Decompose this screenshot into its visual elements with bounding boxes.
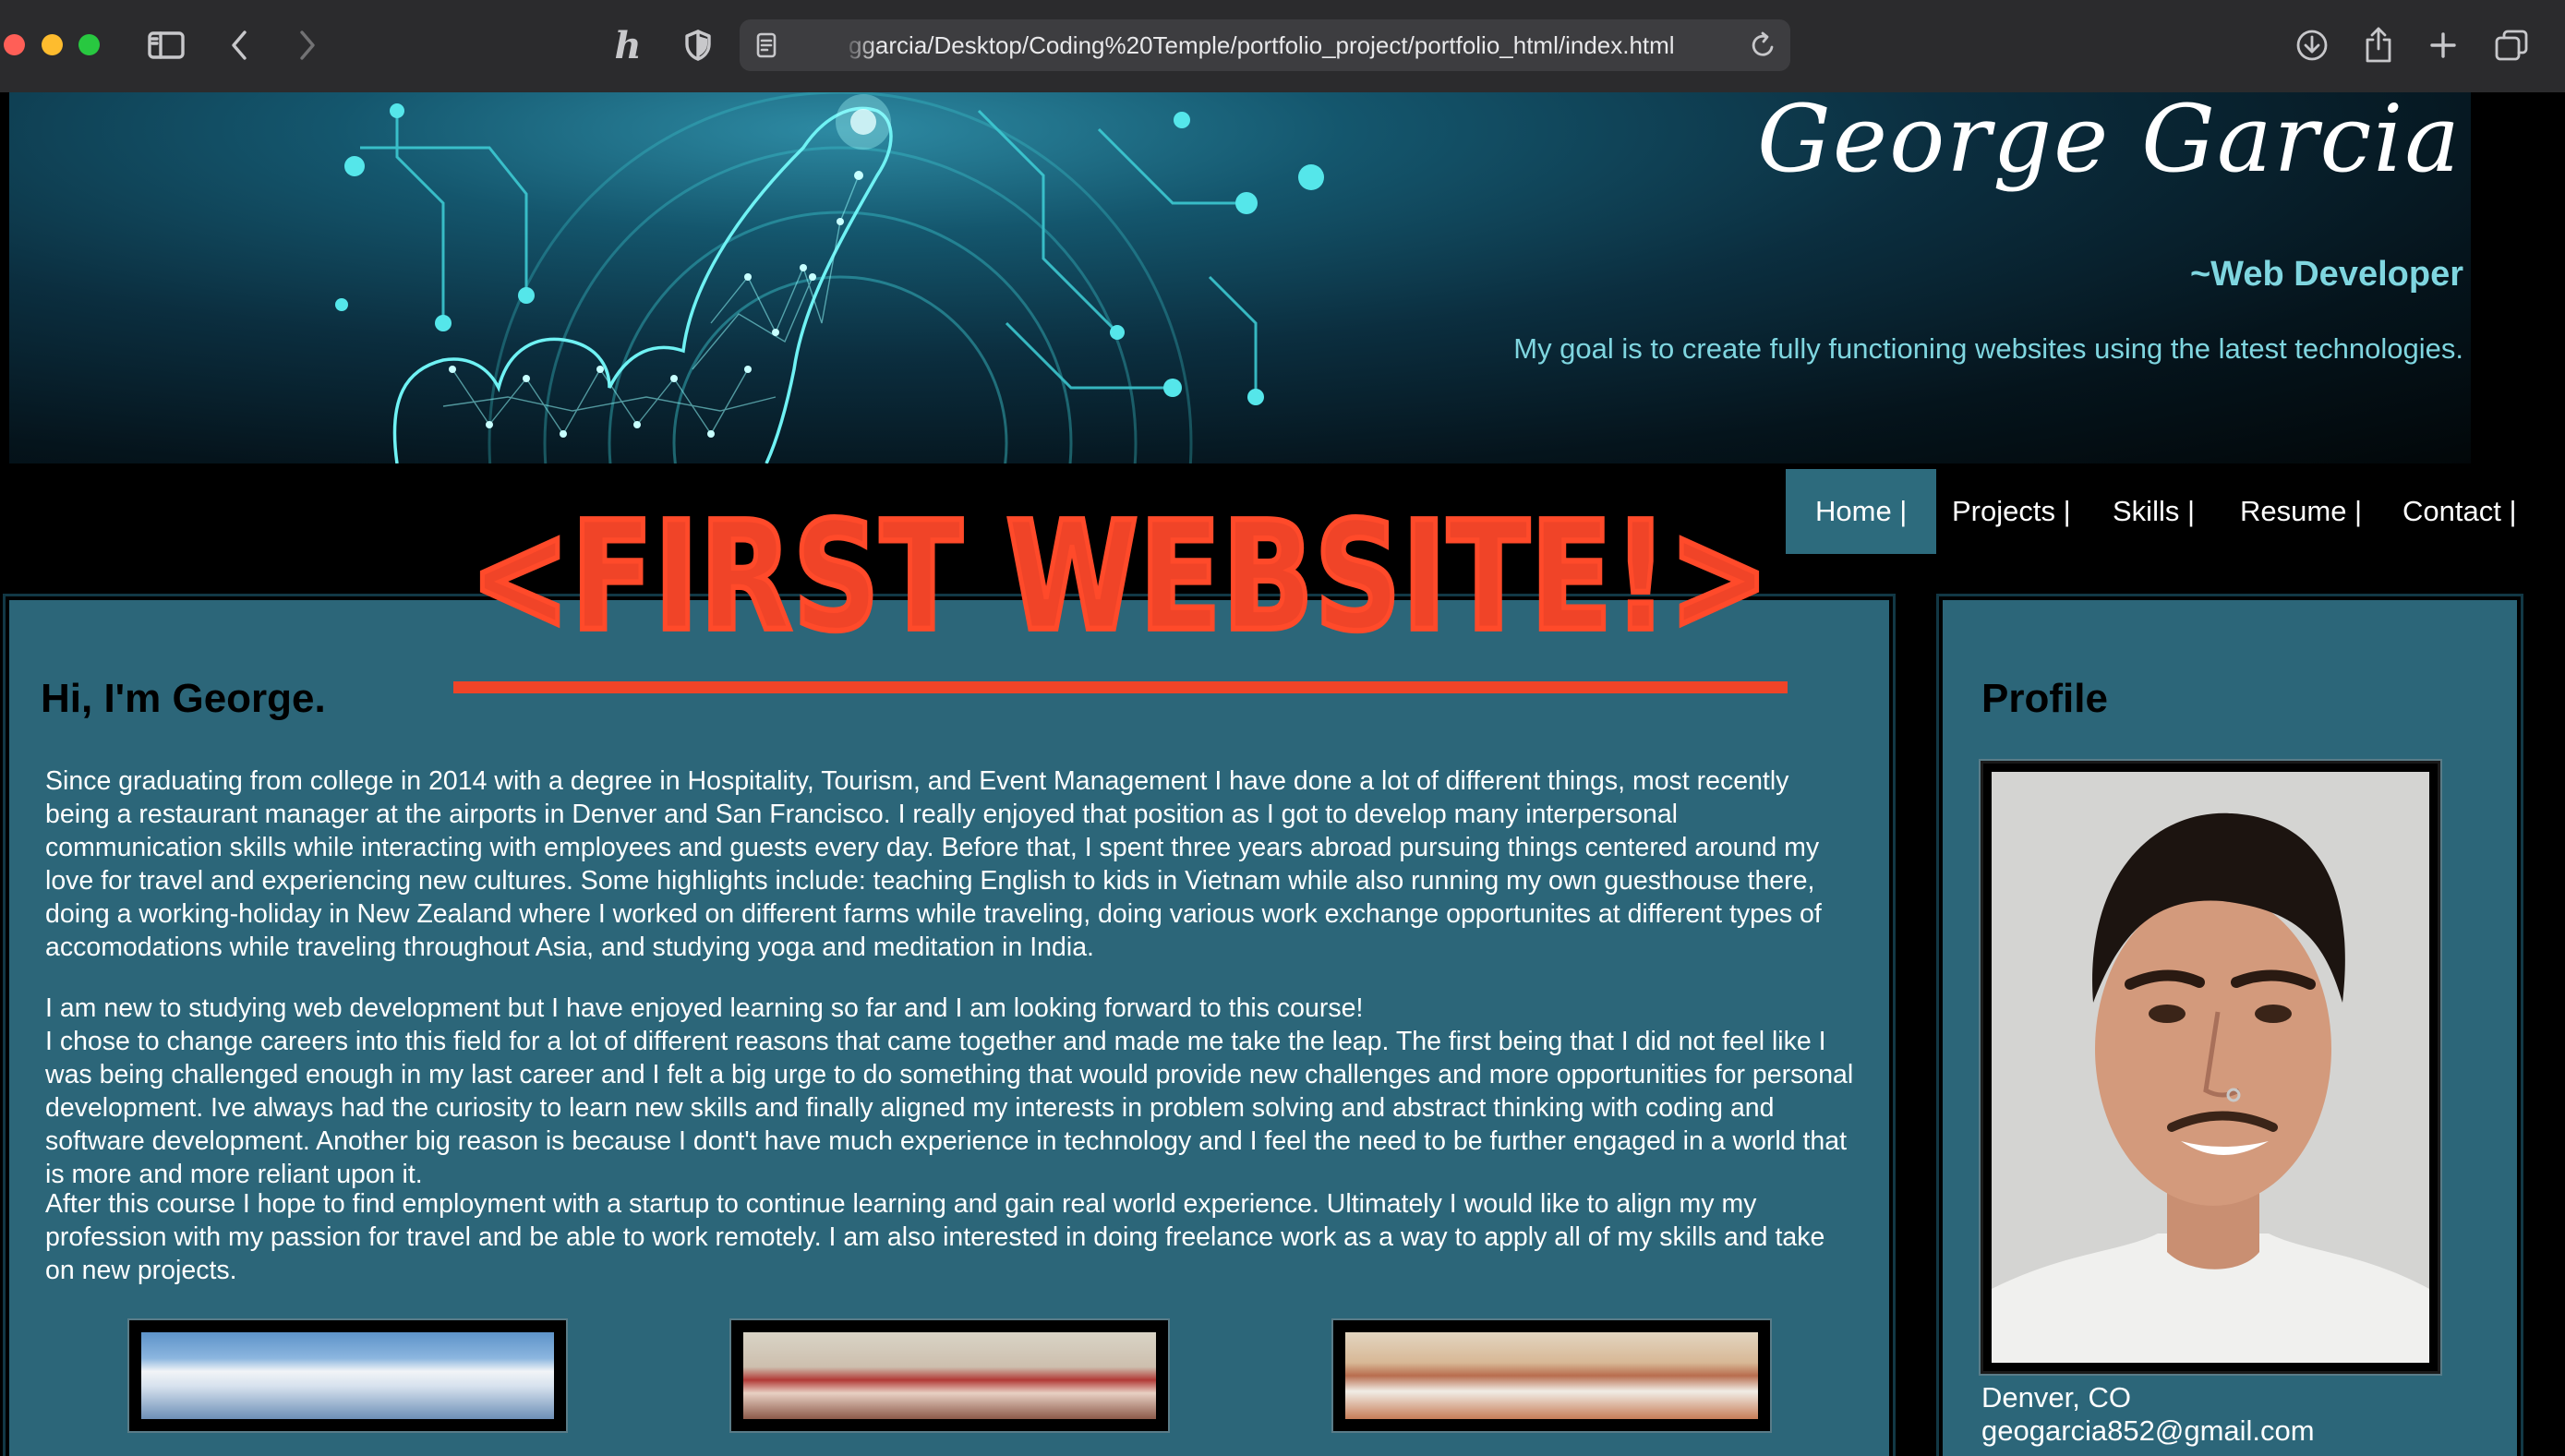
profile-photo — [1992, 772, 2429, 1363]
first-website-stamp: <FIRST WEBSITE!> — [467, 488, 1772, 665]
classroom-photo — [743, 1332, 1156, 1419]
forward-icon[interactable] — [294, 24, 321, 66]
hero-banner: George Garcia ~Web Developer My goal is … — [9, 92, 2471, 463]
honey-extension-icon[interactable]: h — [608, 24, 648, 67]
address-bar[interactable]: ggarcia/Desktop/Coding%20Temple/portfoli… — [740, 19, 1790, 71]
back-icon[interactable] — [225, 24, 253, 66]
zoom-window-button[interactable] — [78, 34, 100, 55]
about-heading: Hi, I'm George. — [41, 676, 326, 721]
photo-thumbnail — [127, 1318, 568, 1433]
about-paragraph: Since graduating from college in 2014 wi… — [45, 766, 1822, 962]
share-icon[interactable] — [2360, 24, 2397, 66]
nav-projects[interactable]: Projects | — [1922, 469, 2101, 554]
nav-skills[interactable]: Skills | — [2083, 469, 2224, 554]
profile-email[interactable]: geogarcia852@gmail.com — [1981, 1414, 2315, 1448]
reload-icon[interactable] — [1748, 24, 1779, 66]
hero-goal: My goal is to create fully functioning w… — [1513, 332, 2463, 365]
photo-thumbnail — [1331, 1318, 1772, 1433]
browser-toolbar: h ggarcia/Desktop/Coding%20Temple/portfo… — [0, 0, 2565, 92]
nav-resume[interactable]: Resume | — [2210, 469, 2391, 554]
about-paragraph: After this course I hope to find employm… — [45, 1189, 1825, 1285]
site-title: George Garcia — [1757, 92, 2462, 193]
page-icon — [754, 24, 778, 66]
nav-contact[interactable]: Contact | — [2373, 469, 2547, 554]
privacy-shield-icon[interactable] — [683, 24, 713, 66]
sidebar-icon[interactable] — [146, 24, 187, 66]
url-text[interactable]: ggarcia/Desktop/Coding%20Temple/portfoli… — [849, 19, 1675, 71]
nav-home[interactable]: Home | — [1786, 469, 1937, 554]
minimize-window-button[interactable] — [42, 34, 63, 55]
profile-heading: Profile — [1981, 676, 2108, 721]
tab-overview-icon[interactable] — [2493, 24, 2530, 66]
download-icon[interactable] — [2294, 24, 2330, 66]
digital-hand-illustration — [335, 92, 1324, 463]
new-tab-icon[interactable] — [2427, 24, 2460, 66]
profile-location: Denver, CO — [1981, 1381, 2131, 1414]
about-paragraph: I chose to change careers into this fiel… — [45, 1027, 1854, 1189]
about-paragraph: I am new to studying web development but… — [45, 993, 1364, 1023]
web-page: George Garcia ~Web Developer My goal is … — [0, 92, 2565, 1456]
photo-thumbnail — [729, 1318, 1170, 1433]
hero-role: ~Web Developer — [2189, 255, 2463, 294]
group-photo — [1345, 1332, 1758, 1419]
stamp-underline — [453, 681, 1788, 693]
profile-photo-frame — [1979, 759, 2442, 1376]
sky-photo — [141, 1332, 554, 1419]
close-window-button[interactable] — [4, 34, 25, 55]
